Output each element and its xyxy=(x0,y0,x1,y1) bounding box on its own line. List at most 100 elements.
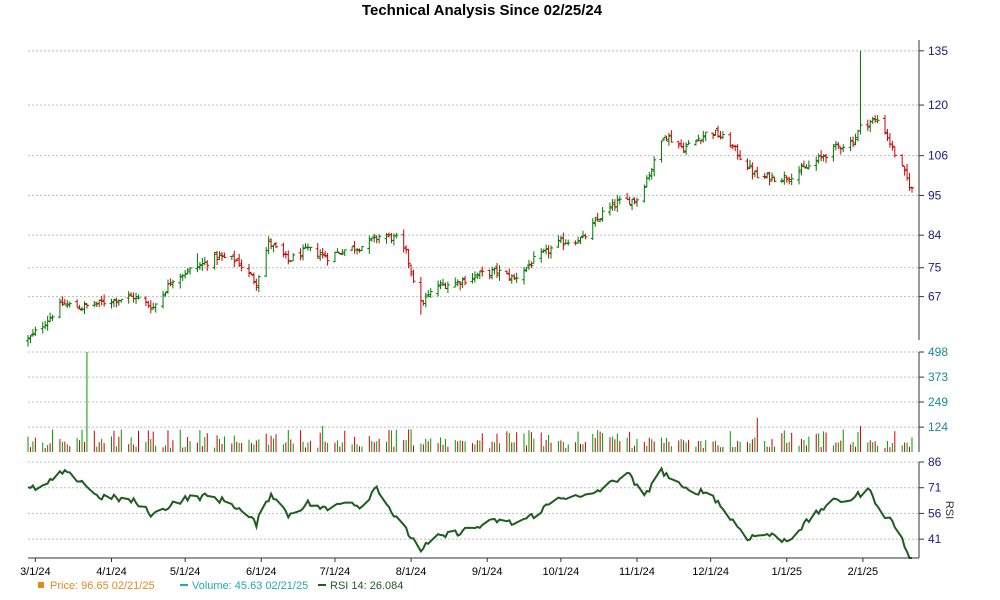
price-bar xyxy=(507,268,512,281)
price-bar xyxy=(902,165,907,176)
price-bar xyxy=(841,144,846,153)
price-bar xyxy=(747,159,752,170)
price-bar xyxy=(146,301,151,308)
price-bar xyxy=(249,272,254,276)
price-bar xyxy=(217,251,222,261)
price-bar xyxy=(463,275,468,286)
price-bar xyxy=(804,164,809,169)
price-bar xyxy=(421,299,426,306)
price-bar xyxy=(470,273,475,284)
price-bar xyxy=(718,131,723,140)
price-bar xyxy=(661,137,666,141)
price-bar xyxy=(215,250,220,265)
price-bar xyxy=(131,292,136,303)
price-bar xyxy=(634,197,639,207)
price-bar xyxy=(458,281,463,291)
x-tick-label: 1/1/25 xyxy=(771,566,802,578)
price-bar xyxy=(232,250,237,268)
price-bar xyxy=(539,248,544,263)
price-bar xyxy=(48,312,53,323)
volume-grid xyxy=(28,351,919,428)
legend-item: Price: 96.65 02/21/25 xyxy=(38,580,155,592)
price-bar xyxy=(332,251,337,263)
price-bar xyxy=(762,173,767,180)
x-tick-label: 7/1/24 xyxy=(320,566,351,578)
rsi-tick-label: 71 xyxy=(928,481,942,495)
price-bar xyxy=(256,275,261,293)
volume-tick-label: 498 xyxy=(928,345,948,359)
price-bar xyxy=(281,242,286,258)
price-tick-label: 84 xyxy=(928,228,942,242)
price-bar xyxy=(652,156,657,177)
x-tick-label: 10/1/24 xyxy=(543,566,580,578)
x-tick-label: 2/1/25 xyxy=(848,566,879,578)
price-bar xyxy=(50,314,55,322)
price-bar xyxy=(286,250,291,265)
price-bar xyxy=(212,251,217,270)
price-bar xyxy=(350,246,355,251)
price-bar xyxy=(782,171,787,185)
price-bar xyxy=(40,321,45,334)
technical-analysis-chart: Technical Analysis Since 02/25/24 135 120… xyxy=(20,2,955,592)
price-bar xyxy=(755,166,760,179)
price-bar xyxy=(367,235,372,254)
legend: Price: 96.65 02/21/25 Volume: 45.63 02/21… xyxy=(38,580,403,592)
legend-label: Volume: 45.63 02/21/25 xyxy=(192,580,308,592)
price-tick-label: 106 xyxy=(928,149,948,163)
price-bar xyxy=(816,153,821,164)
price-bar xyxy=(583,233,588,240)
price-bar xyxy=(264,247,269,277)
price-bar xyxy=(445,281,450,294)
price-bar xyxy=(556,235,561,248)
price-bar xyxy=(887,133,892,148)
price-bar xyxy=(598,218,603,223)
legend-item: Volume: 45.63 02/21/25 xyxy=(180,580,308,592)
price-bar xyxy=(92,301,97,308)
volume-tick-label: 124 xyxy=(928,420,948,434)
price-bar xyxy=(183,270,188,279)
legend-price-marker xyxy=(38,582,44,588)
price-bar xyxy=(298,248,303,261)
price-bar xyxy=(359,246,364,252)
price-bar xyxy=(188,267,193,275)
price-bar xyxy=(26,335,30,347)
price-bar xyxy=(590,218,595,240)
price-bar xyxy=(797,166,802,185)
price-bar xyxy=(745,158,750,171)
price-bar xyxy=(291,253,296,262)
rsi-tick-label: 86 xyxy=(928,455,942,469)
legend-label: Price: 96.65 02/21/25 xyxy=(50,580,155,592)
price-bar xyxy=(607,202,612,216)
price-bar xyxy=(686,140,691,146)
price-bar xyxy=(254,278,259,291)
price-bar xyxy=(185,268,190,275)
price-bar xyxy=(882,115,887,135)
price-bar xyxy=(148,300,153,314)
price-tick-label: 95 xyxy=(928,188,942,202)
chart-root: Technical Analysis Since 02/25/24 135 120… xyxy=(0,0,1000,600)
price-bar xyxy=(851,136,856,148)
price-bar xyxy=(910,186,914,193)
price-bar xyxy=(436,280,441,297)
price-bar xyxy=(770,172,775,182)
legend-label: RSI 14: 26.084 xyxy=(330,580,403,592)
price-bar xyxy=(409,264,414,277)
price-bar xyxy=(612,199,617,211)
price-bar xyxy=(335,248,340,253)
rsi-tick-label: 56 xyxy=(928,506,942,520)
price-bar xyxy=(531,251,536,264)
price-bar xyxy=(342,249,347,257)
price-bar xyxy=(676,141,681,149)
price-bar xyxy=(126,291,131,304)
price-bar xyxy=(234,258,239,261)
price-bar xyxy=(143,296,148,306)
x-tick-label: 4/1/24 xyxy=(96,566,127,578)
price-bar xyxy=(394,232,399,239)
price-tick-label: 135 xyxy=(928,44,948,58)
price-bar xyxy=(659,140,664,163)
x-tick-label: 11/1/24 xyxy=(619,566,655,578)
price-bar xyxy=(784,175,789,183)
price-bar xyxy=(833,140,838,151)
price-bar xyxy=(219,252,224,261)
price-grid xyxy=(28,50,919,298)
